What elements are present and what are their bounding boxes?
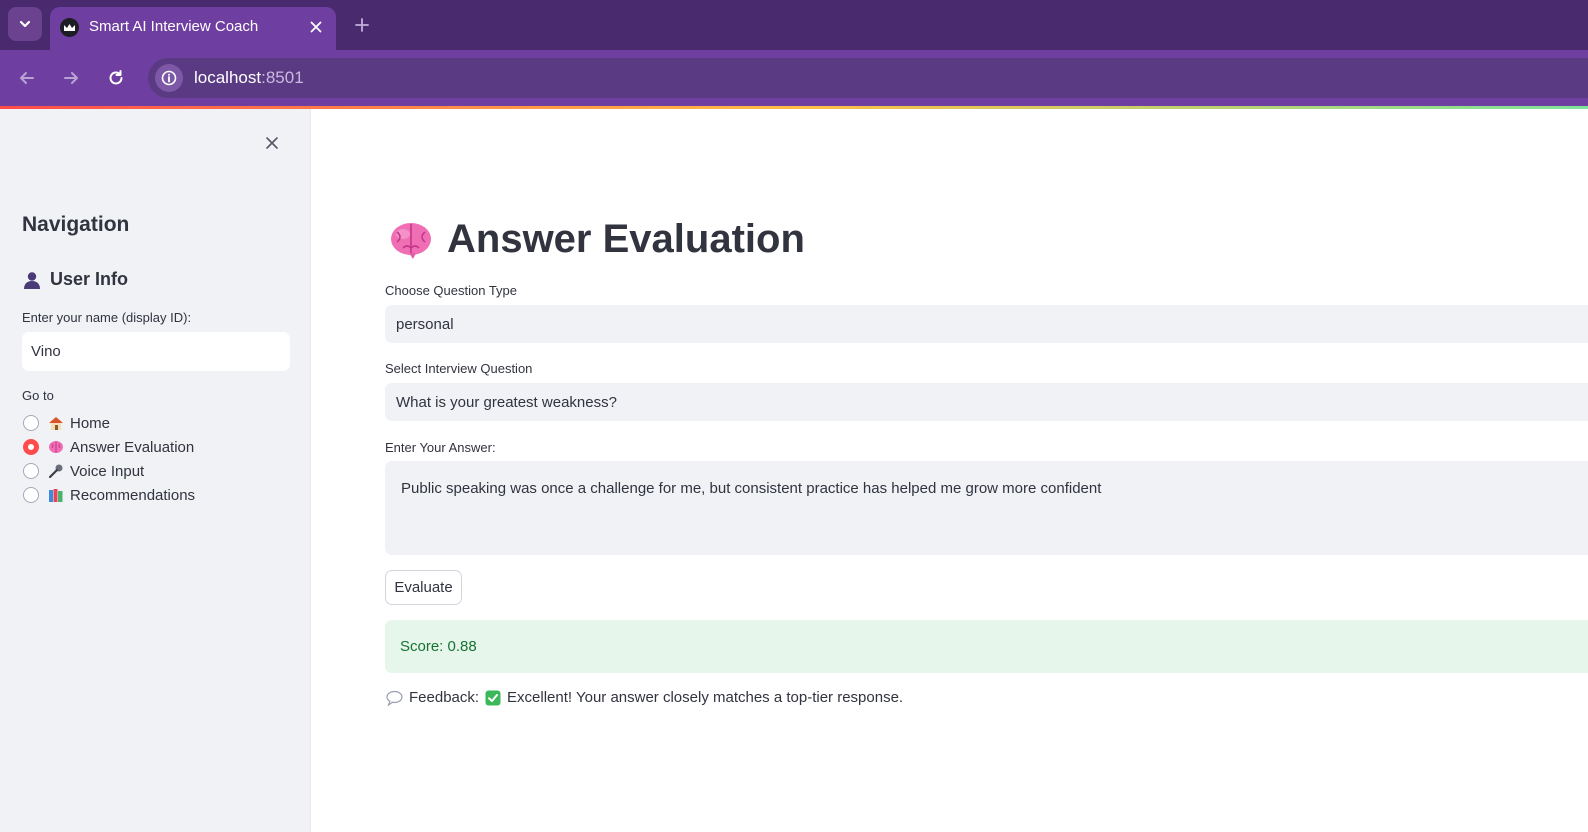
- question-value: What is your greatest weakness?: [396, 393, 617, 411]
- microphone-icon: [48, 464, 63, 479]
- radio-circle-selected[interactable]: [23, 439, 39, 455]
- url-host: localhost: [194, 68, 262, 87]
- feedback-line: Feedback: Excellent! Your answer closely…: [386, 689, 903, 706]
- browser-toolbar: localhost:8501: [0, 50, 1588, 106]
- nav-radio-home[interactable]: Home: [23, 413, 110, 433]
- score-success-alert: Score: 0.88: [385, 620, 1588, 673]
- forward-button[interactable]: [57, 64, 85, 92]
- nav-radio-label: Answer Evaluation: [70, 438, 195, 456]
- nav-radio-label: Home: [70, 414, 111, 432]
- question-label: Select Interview Question: [385, 361, 533, 376]
- address-bar[interactable]: localhost:8501: [148, 58, 1588, 98]
- site-info-button[interactable]: [155, 64, 183, 92]
- reload-icon: [109, 70, 123, 85]
- arrow-right-icon: [64, 72, 78, 84]
- page-title: Answer Evaluation: [389, 217, 805, 262]
- speech-bubble-icon: [386, 690, 403, 706]
- question-select[interactable]: What is your greatest weakness?: [385, 383, 1588, 421]
- evaluate-button[interactable]: Evaluate: [385, 570, 462, 605]
- user-info-label: User Info: [50, 269, 129, 289]
- nav-radio-label: Voice Input: [70, 462, 145, 480]
- url-text: localhost:8501: [194, 68, 304, 88]
- feedback-text: Excellent! Your answer closely matches a…: [507, 689, 904, 706]
- nav-radio-recommendations[interactable]: Recommendations: [23, 485, 195, 505]
- name-input-value: Vino: [31, 343, 61, 360]
- close-icon: [266, 137, 278, 149]
- crown-icon: [60, 18, 79, 37]
- user-info-heading: User Info: [22, 269, 128, 290]
- plus-icon: [355, 18, 369, 32]
- nav-radio-voice-input[interactable]: Voice Input: [23, 461, 144, 481]
- books-icon: [49, 489, 63, 502]
- tab-close-button[interactable]: [304, 15, 328, 39]
- brain-icon: [391, 222, 431, 259]
- answer-label: Enter Your Answer:: [385, 440, 496, 455]
- url-port: :8501: [261, 68, 304, 87]
- radio-circle[interactable]: [23, 487, 39, 503]
- reload-button[interactable]: [102, 64, 130, 92]
- score-text: Score: 0.88: [400, 638, 477, 655]
- check-mark-icon: [485, 690, 501, 705]
- info-icon: [161, 70, 177, 86]
- tab-title: Smart AI Interview Coach: [89, 18, 259, 35]
- arrow-left-icon: [20, 72, 34, 84]
- close-icon: [310, 21, 322, 33]
- radio-circle[interactable]: [23, 463, 39, 479]
- goto-label: Go to: [22, 388, 54, 403]
- tab-search-button[interactable]: [8, 7, 42, 41]
- back-button[interactable]: [13, 64, 41, 92]
- question-type-select[interactable]: personal: [385, 305, 1588, 343]
- radio-circle[interactable]: [23, 415, 39, 431]
- new-tab-button[interactable]: [350, 13, 374, 37]
- brain-icon: [49, 441, 63, 453]
- nav-radio-answer-evaluation[interactable]: Answer Evaluation: [23, 437, 194, 457]
- name-field-label: Enter your name (display ID):: [22, 310, 192, 325]
- page-title-text: Answer Evaluation: [447, 217, 805, 261]
- user-icon: [24, 271, 40, 289]
- answer-textarea[interactable]: Public speaking was once a challenge for…: [385, 461, 1588, 555]
- question-type-label: Choose Question Type: [385, 283, 518, 298]
- nav-radio-label: Recommendations: [70, 486, 196, 504]
- chevron-down-icon: [19, 20, 31, 28]
- sidebar-close-button[interactable]: [262, 133, 282, 153]
- feedback-label: Feedback:: [409, 689, 480, 706]
- browser-tab-active[interactable]: Smart AI Interview Coach: [50, 7, 336, 50]
- browser-tabstrip: Smart AI Interview Coach: [0, 0, 1588, 50]
- sidebar-title: Navigation: [22, 213, 130, 236]
- answer-text: Public speaking was once a challenge for…: [401, 480, 1102, 497]
- house-icon: [49, 417, 63, 430]
- sidebar: Navigation User Info Enter your name (di…: [0, 109, 311, 832]
- name-input[interactable]: Vino: [22, 332, 290, 371]
- question-type-value: personal: [396, 315, 454, 333]
